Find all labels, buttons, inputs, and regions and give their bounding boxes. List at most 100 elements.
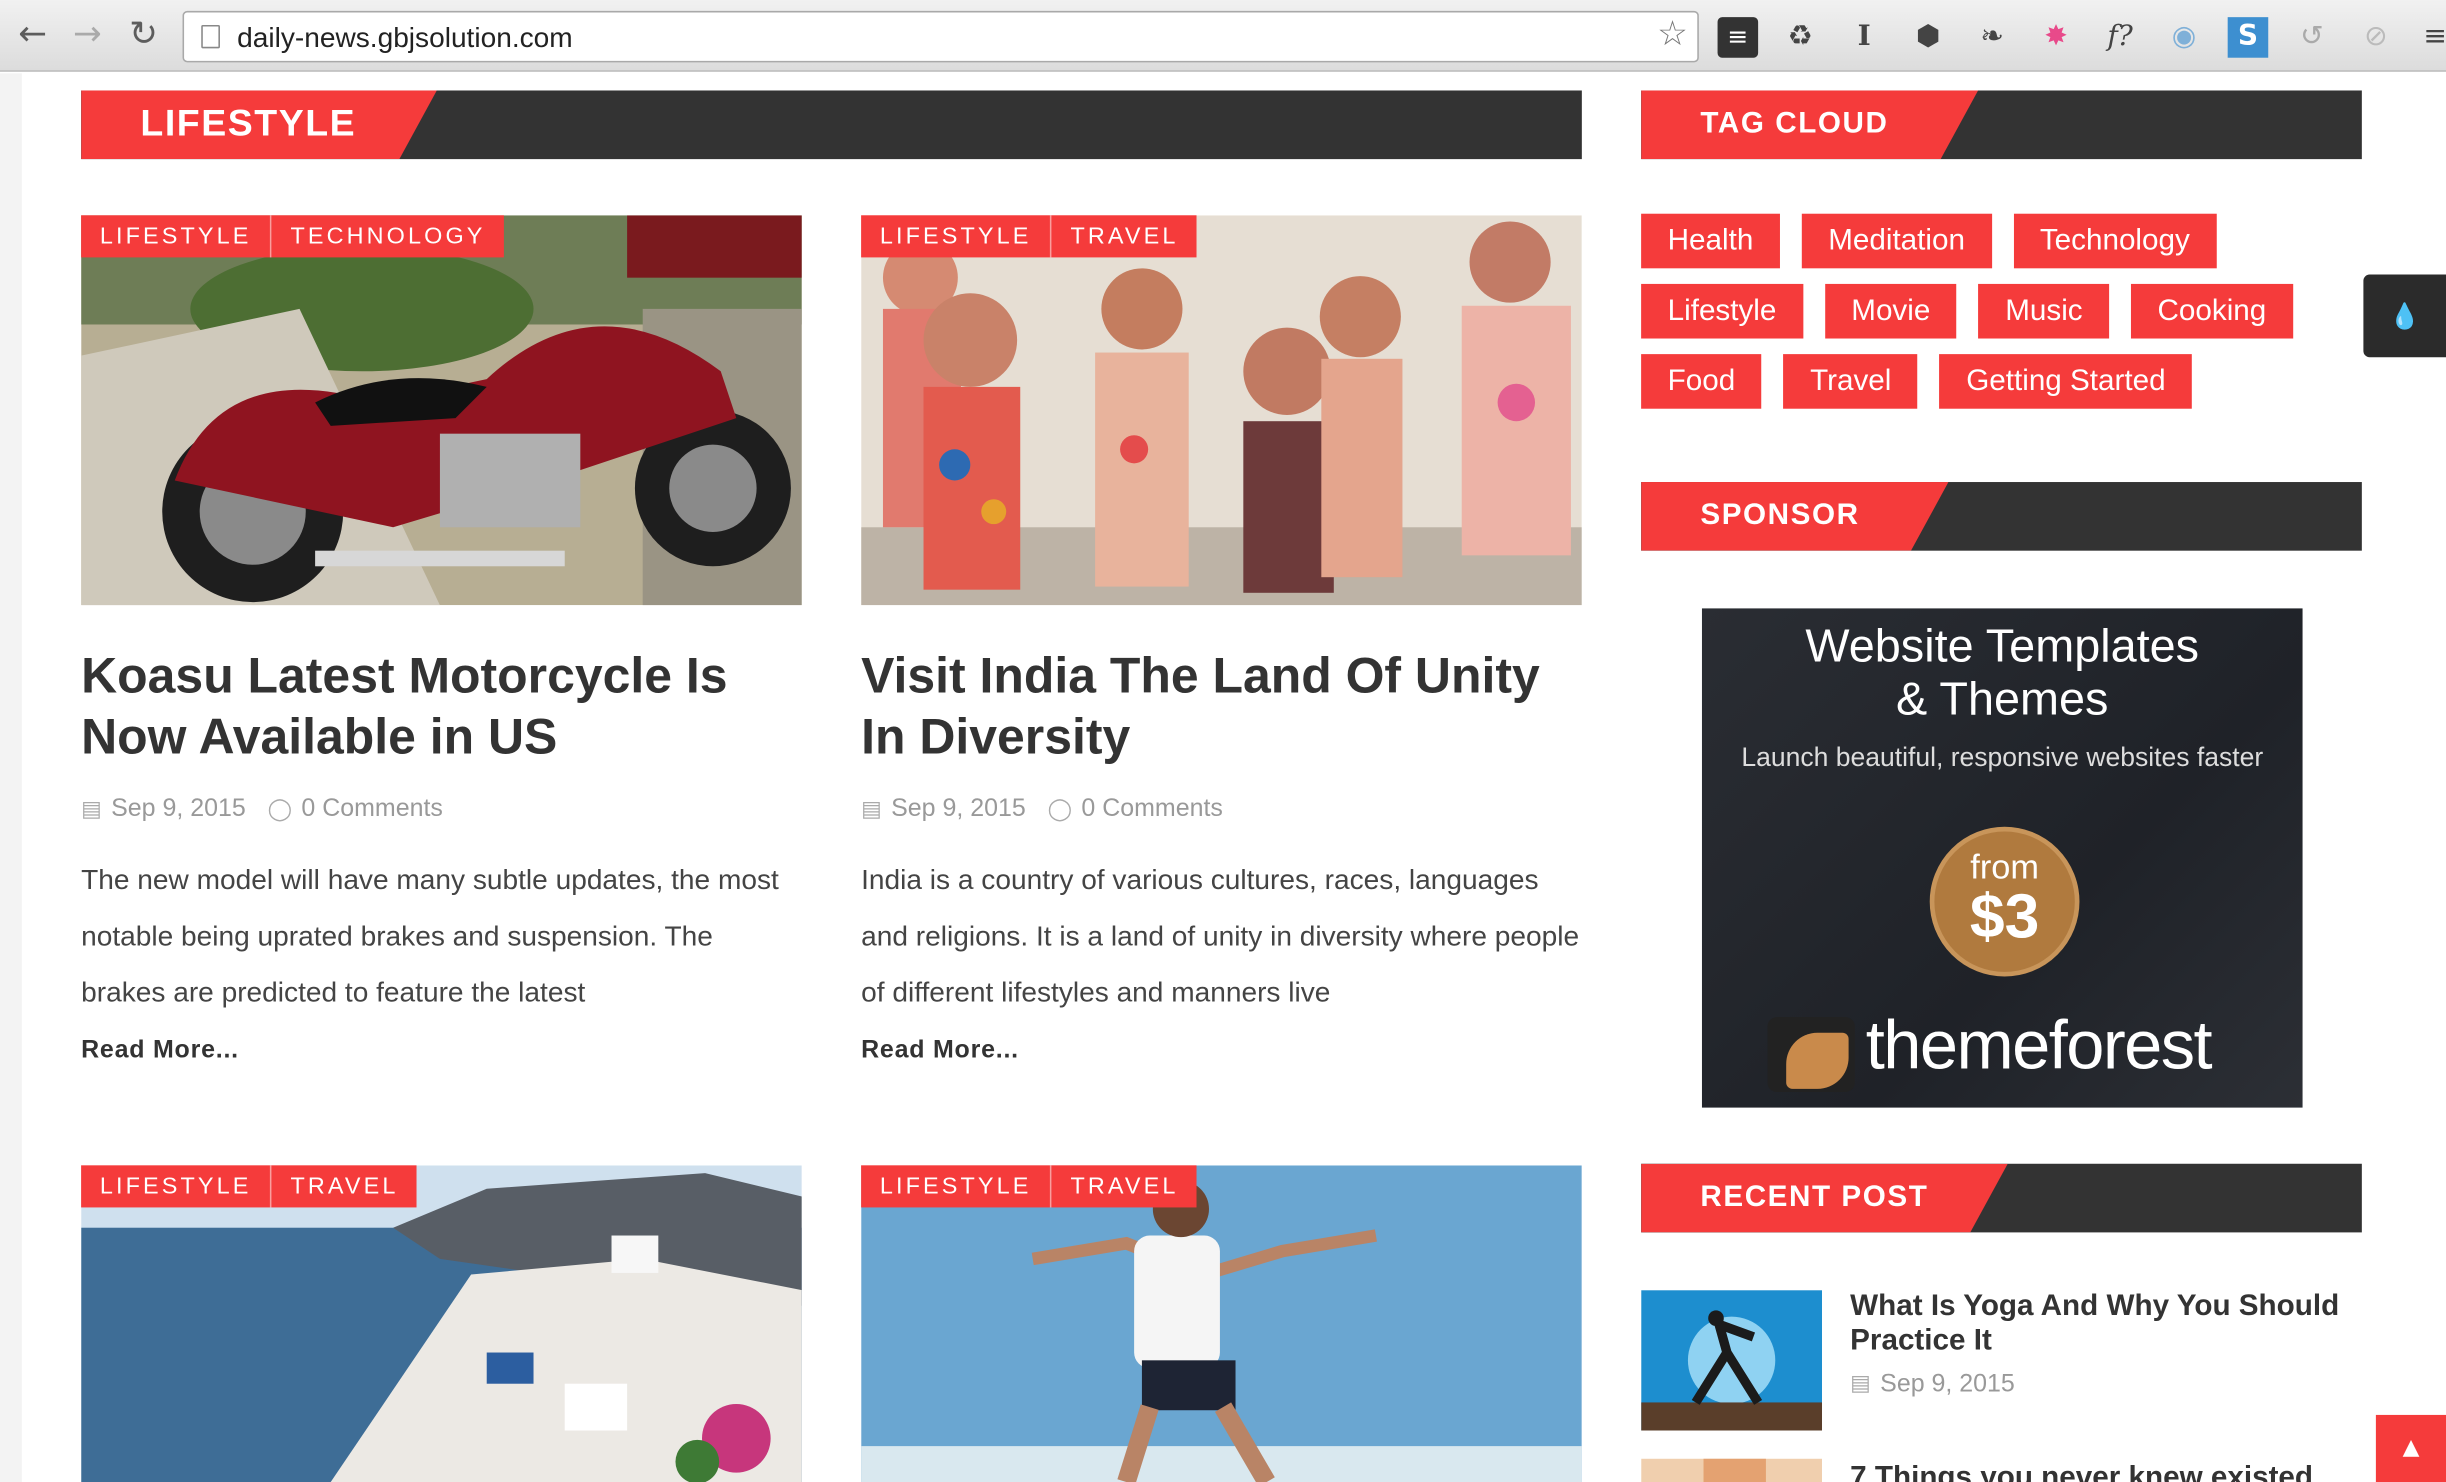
- disabled-extension-icon[interactable]: ⊘: [2356, 17, 2397, 58]
- calendar-icon: ▤: [81, 797, 102, 823]
- tag-row: Food Travel Getting Started: [1641, 354, 2362, 409]
- comment-icon: ◯: [267, 797, 293, 823]
- post-card: LIFESTYLE TRAVEL: [81, 1165, 802, 1482]
- tag-technology[interactable]: Technology: [2013, 213, 2217, 269]
- recent-post-thumbnail[interactable]: [1641, 1458, 1823, 1482]
- tag-cloud: Health Meditation Technology Lifestyle M…: [1641, 213, 2362, 425]
- tag-lifestyle[interactable]: LIFESTYLE: [861, 215, 1052, 258]
- tag-cloud-heading: TAG CLOUD: [1641, 90, 1978, 159]
- address-bar[interactable]: daily-news.gbjsolution.com ☆: [182, 10, 1699, 63]
- s-extension-icon[interactable]: S: [2227, 17, 2269, 58]
- post-comments[interactable]: 0 Comments: [1081, 796, 1222, 824]
- page-icon: [201, 24, 220, 49]
- tag-travel[interactable]: TRAVEL: [271, 1165, 418, 1208]
- read-more-link[interactable]: Read More...: [81, 1037, 239, 1065]
- post-card: LIFESTYLE TRAVEL Visit India The Land Of…: [861, 215, 1582, 1089]
- tag-getting-started[interactable]: Getting Started: [1939, 354, 2193, 409]
- tag-row: Lifestyle Movie Music Cooking: [1641, 283, 2362, 339]
- calendar-icon: ▤: [1850, 1371, 1871, 1397]
- reload-icon[interactable]: ↻: [123, 16, 164, 57]
- calendar-icon: ▤: [861, 797, 882, 823]
- tag-travel[interactable]: TRAVEL: [1051, 1165, 1198, 1208]
- browser-toolbar: ← → ↻ daily-news.gbjsolution.com ☆ ≡ ♻ I…: [0, 0, 2446, 72]
- post-excerpt: India is a country of various cultures, …: [861, 864, 1580, 1008]
- post-title[interactable]: Visit India The Land Of Unity In Diversi…: [861, 646, 1582, 768]
- page-left-gutter: [0, 73, 22, 1482]
- ad-subtitle: Launch beautiful, responsive websites fa…: [1741, 742, 2264, 773]
- read-more-link[interactable]: Read More...: [861, 1037, 1019, 1065]
- recent-post-date: Sep 9, 2015: [1880, 1371, 2015, 1398]
- sponsor-heading: SPONSOR: [1641, 482, 1948, 551]
- motorcycle-image[interactable]: [81, 215, 802, 606]
- post-tags: LIFESTYLE TRAVEL: [861, 1165, 1198, 1208]
- ad-brand: themeforest: [1865, 1007, 2213, 1085]
- tag-meditation[interactable]: Meditation: [1801, 213, 1992, 269]
- ad-title-line2: & Themes: [1896, 673, 2109, 726]
- forward-arrow-icon[interactable]: →: [67, 16, 108, 57]
- url-text[interactable]: daily-news.gbjsolution.com: [237, 22, 573, 55]
- post-card: LIFESTYLE TRAVEL: [861, 1165, 1582, 1482]
- camera-extension-icon[interactable]: ◉: [2164, 17, 2205, 58]
- web-page: LIFESTYLE LIFESTYLE TECHNOLOGY Koasu Lat…: [0, 73, 2446, 1482]
- tag-food[interactable]: Food: [1641, 354, 1762, 409]
- lifestyle-section-header: LIFESTYLE: [81, 90, 1582, 160]
- recycle-extension-icon[interactable]: ♻: [1780, 17, 1821, 58]
- recent-post-meta: ▤ Sep 9, 2015: [1850, 1371, 2015, 1399]
- color-wheel-extension-icon[interactable]: ✸: [2036, 17, 2077, 58]
- ad-title-line1: Website Templates: [1805, 620, 2200, 673]
- tag-cooking[interactable]: Cooking: [2130, 283, 2293, 339]
- color-drop-icon[interactable]: 💧: [2363, 274, 2446, 358]
- tag-health[interactable]: Health: [1641, 213, 1780, 269]
- tag-travel[interactable]: TRAVEL: [1051, 215, 1198, 258]
- post-meta: ▤ Sep 9, 2015 ◯ 0 Comments: [861, 796, 1223, 824]
- back-to-top-icon[interactable]: ▲: [2375, 1414, 2446, 1482]
- post-card: LIFESTYLE TECHNOLOGY Koasu Latest Motorc…: [81, 215, 802, 1089]
- yoga-thumbnail[interactable]: [1641, 1290, 1823, 1431]
- back-arrow-icon[interactable]: ←: [12, 16, 53, 57]
- tag-travel[interactable]: Travel: [1783, 354, 1918, 409]
- tag-music[interactable]: Music: [1978, 283, 2110, 339]
- themeforest-logo-icon: [1767, 1017, 1855, 1092]
- post-tags: LIFESTYLE TRAVEL: [81, 1165, 418, 1208]
- post-tags: LIFESTYLE TECHNOLOGY: [81, 215, 505, 258]
- recent-post-title[interactable]: 7 Things you never knew existed: [1850, 1462, 2362, 1482]
- tag-lifestyle[interactable]: LIFESTYLE: [861, 1165, 1052, 1208]
- children-holi-image[interactable]: [861, 215, 1582, 606]
- ad-price: $3: [1969, 882, 2040, 952]
- post-date: Sep 9, 2015: [111, 795, 246, 823]
- tag-lifestyle[interactable]: Lifestyle: [1641, 283, 1803, 339]
- post-excerpt: The new model will have many subtle upda…: [81, 864, 779, 1008]
- hexagon-extension-icon[interactable]: ⬢: [1908, 17, 1949, 58]
- history-extension-icon[interactable]: ↺: [2292, 17, 2333, 58]
- bookmark-star-icon[interactable]: ☆: [1657, 16, 1688, 55]
- beach-jump-image[interactable]: [861, 1165, 1582, 1482]
- font-finder-extension-icon[interactable]: f?: [2100, 17, 2141, 58]
- ad-title: Website Templates & Themes: [1702, 621, 2303, 727]
- recent-post-heading: RECENT POST: [1641, 1164, 2008, 1233]
- lifestyle-heading[interactable]: LIFESTYLE: [81, 90, 437, 159]
- sponsor-header: SPONSOR: [1641, 482, 2362, 551]
- menu-icon[interactable]: ≡: [2415, 17, 2446, 58]
- tag-movie[interactable]: Movie: [1824, 283, 1957, 339]
- post-date: Sep 9, 2015: [891, 795, 1026, 823]
- tag-row: Health Meditation Technology: [1641, 213, 2362, 269]
- tag-lifestyle[interactable]: LIFESTYLE: [81, 1165, 272, 1208]
- ad-from-label: from: [1970, 847, 2039, 887]
- viewport: ← → ↻ daily-news.gbjsolution.com ☆ ≡ ♻ I…: [0, 0, 2446, 1482]
- post-tags: LIFESTYLE TRAVEL: [861, 215, 1198, 258]
- tag-cloud-header: TAG CLOUD: [1641, 90, 2362, 160]
- tag-technology[interactable]: TECHNOLOGY: [271, 215, 505, 258]
- reader-extension-icon[interactable]: ≡: [1717, 17, 1759, 58]
- evernote-extension-icon[interactable]: ❧: [1972, 17, 2013, 58]
- comment-icon: ◯: [1047, 797, 1073, 823]
- sponsor-banner[interactable]: Website Templates & Themes Launch beauti…: [1701, 608, 2303, 1108]
- post-meta: ▤ Sep 9, 2015 ◯ 0 Comments: [81, 796, 443, 824]
- ad-price-badge: from $3: [1929, 826, 2080, 977]
- santorini-image[interactable]: [81, 1165, 802, 1482]
- recent-post-title[interactable]: What Is Yoga And Why You Should Practice…: [1850, 1290, 2362, 1359]
- post-title[interactable]: Koasu Latest Motorcycle Is Now Available…: [81, 646, 802, 768]
- recent-post-header: RECENT POST: [1641, 1163, 2362, 1233]
- instapaper-extension-icon[interactable]: I: [1844, 17, 1885, 58]
- post-comments[interactable]: 0 Comments: [301, 796, 442, 824]
- tag-lifestyle[interactable]: LIFESTYLE: [81, 215, 272, 258]
